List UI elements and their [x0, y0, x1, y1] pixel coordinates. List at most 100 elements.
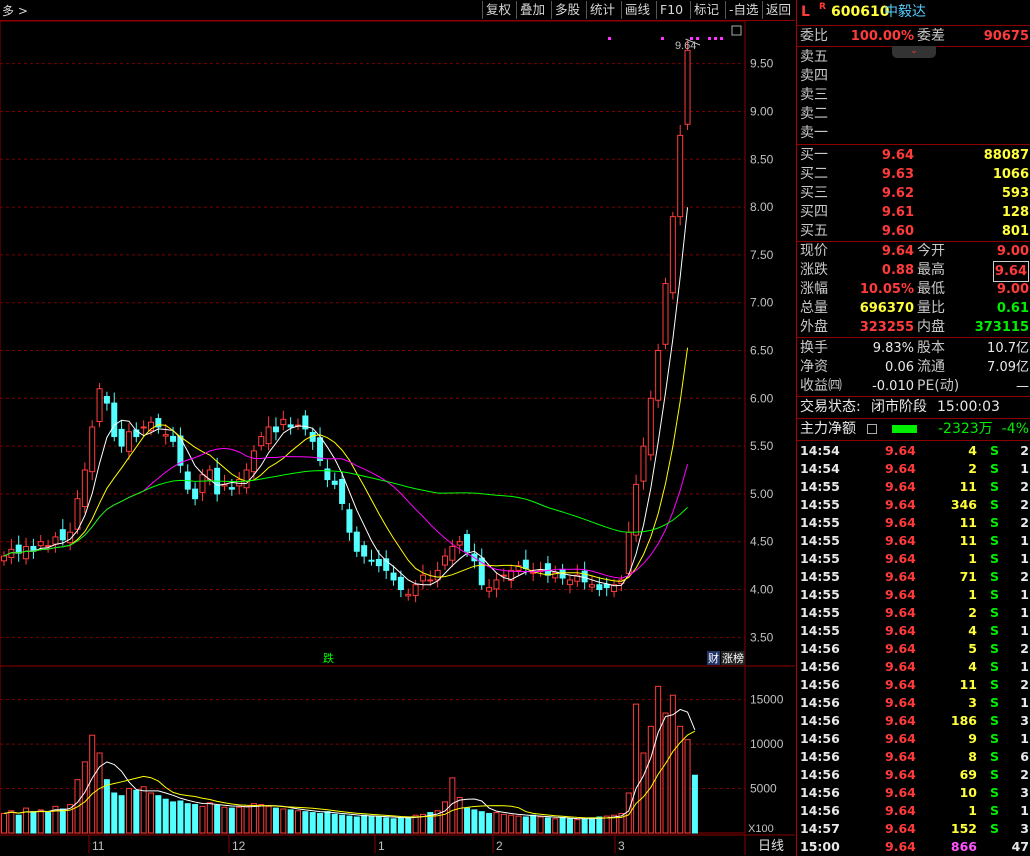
volume-bar [45, 812, 52, 834]
volume-bar [236, 806, 243, 834]
tick-time: 14:55 [800, 587, 840, 602]
price-tick-label: 8.50 [750, 152, 774, 166]
toolbar-button-zixuan[interactable]: -自选 [725, 1, 762, 19]
tick-side: S [990, 479, 1000, 494]
tick-row: 14:55 9.64 11 S 2 [797, 514, 1030, 532]
price-tick-label: 4.00 [750, 583, 774, 597]
toolbar-button-biaoji[interactable]: 标记 [690, 1, 722, 19]
tick-side: S [990, 713, 1000, 728]
sell-label: 卖一 [800, 125, 828, 141]
marker-cai: 财 [708, 651, 719, 665]
tick-volume: 5 [968, 641, 977, 656]
volume-bar [684, 739, 691, 834]
volume-bar [103, 779, 110, 834]
kline-chart[interactable]: 9.50 9.00 8.50 8.00 7.50 7.00 6.50 6.00 5.50 5.00… [0, 21, 795, 856]
quote-label: 涨跌 [800, 262, 828, 278]
volume-bar [140, 786, 147, 834]
volume-bar [655, 685, 662, 834]
tick-count: 1 [1020, 551, 1029, 566]
toolbar-button-tongji[interactable]: 统计 [586, 1, 618, 19]
candle-down [596, 584, 603, 591]
quote-label-2: 量比 [917, 300, 945, 316]
toolbar-button-fanhui[interactable]: 返回 [762, 1, 794, 19]
tick-volume: 1 [968, 551, 977, 566]
toolbar-button-diejia[interactable]: 叠加 [516, 1, 548, 19]
tick-row: 14:55 9.64 1 S 1 [797, 586, 1030, 604]
list-icon[interactable] [867, 424, 877, 434]
tick-side: S [990, 659, 1000, 674]
tick-row: 14:55 9.64 4 S 1 [797, 622, 1030, 640]
tick-row: 14:56 9.64 8 S 6 [797, 748, 1030, 766]
fund-label: 净资 [800, 359, 828, 375]
tick-time: 14:55 [800, 569, 840, 584]
candle-up [265, 426, 272, 445]
tick-price: 9.64 [885, 533, 916, 548]
tick-side: S [990, 515, 1000, 530]
event-dot [714, 37, 717, 40]
volume-bar [184, 803, 191, 834]
buy-label: 买三 [800, 185, 828, 201]
sell-label: 卖四 [800, 68, 828, 84]
volume-bar [493, 812, 500, 834]
price-tick-label: 5.50 [750, 439, 774, 453]
quote-panel: L R 600610 中毅达 委比 100.00% 委差 90675 ⌄ 卖五 … [796, 0, 1030, 856]
volume-bar [243, 805, 250, 834]
volume-bar [214, 804, 221, 834]
buy-row: 买五 9.60 801 [797, 222, 1030, 241]
tick-side: S [990, 533, 1000, 548]
price-tick-label: 7.00 [750, 296, 774, 310]
tick-price: 9.64 [885, 641, 916, 656]
tick-side: S [990, 605, 1000, 620]
tick-side: S [990, 821, 1000, 836]
quote-value-2: 373115 [974, 320, 1029, 335]
volume-bar [596, 816, 603, 834]
tick-side: S [990, 785, 1000, 800]
tick-count: 1 [1020, 731, 1029, 746]
buy-row: 买三 9.62 593 [797, 184, 1030, 203]
quote-label-2: 内盘 [917, 319, 945, 335]
candle-down [464, 534, 471, 552]
toolbar-button-f10[interactable]: F10 [656, 1, 686, 19]
tick-price: 9.64 [885, 569, 916, 584]
tick-time: 14:56 [800, 749, 840, 764]
price-tick-label: 7.50 [750, 248, 774, 262]
candle-down [317, 437, 324, 461]
volume-bar [383, 817, 390, 834]
volume-bar [81, 761, 88, 834]
tick-side: S [990, 695, 1000, 710]
volume-bar [640, 752, 647, 834]
toolbar-button-huaxian[interactable]: 画线 [621, 1, 653, 19]
volume-bar [265, 805, 272, 834]
tick-volume: 8 [968, 749, 977, 764]
marker-die: 跌 [323, 651, 334, 665]
date-label: 1 [378, 839, 385, 853]
candle-down [59, 529, 66, 541]
tick-time: 14:56 [800, 785, 840, 800]
tick-price: 9.64 [885, 479, 916, 494]
volume-bar [574, 819, 581, 834]
toolbar-button-duogu[interactable]: 多股 [551, 1, 583, 19]
quote-row: 总量 696370 量比 0.61 [797, 299, 1030, 318]
tick-time: 14:55 [800, 497, 840, 512]
volume-bar [669, 694, 676, 834]
event-dot [661, 37, 664, 40]
quote-value: 323255 [859, 320, 914, 335]
tick-count: 1 [1020, 803, 1029, 818]
volume-bar [368, 815, 375, 834]
candle-up [677, 134, 684, 218]
fund-row: 净资 0.06 流通 7.09亿 [797, 358, 1030, 377]
volume-bar [361, 814, 368, 834]
fund-value-2: 7.09亿 [987, 360, 1029, 375]
tick-volume: 3 [968, 695, 977, 710]
candle-down [228, 487, 235, 490]
candle-up [486, 587, 493, 592]
sell-row-2: 卖二 [797, 105, 1030, 124]
toolbar-button-fuquan[interactable]: 复权 [482, 1, 514, 19]
tick-volume: 4 [968, 623, 977, 638]
tick-side: S [990, 569, 1000, 584]
tick-row: 14:56 9.64 5 S 2 [797, 640, 1030, 658]
buy-price: 9.61 [881, 205, 914, 220]
toolbar-left-menu[interactable]: 多 > [2, 2, 28, 19]
tick-time: 14:55 [800, 533, 840, 548]
volume-bar [353, 816, 360, 834]
